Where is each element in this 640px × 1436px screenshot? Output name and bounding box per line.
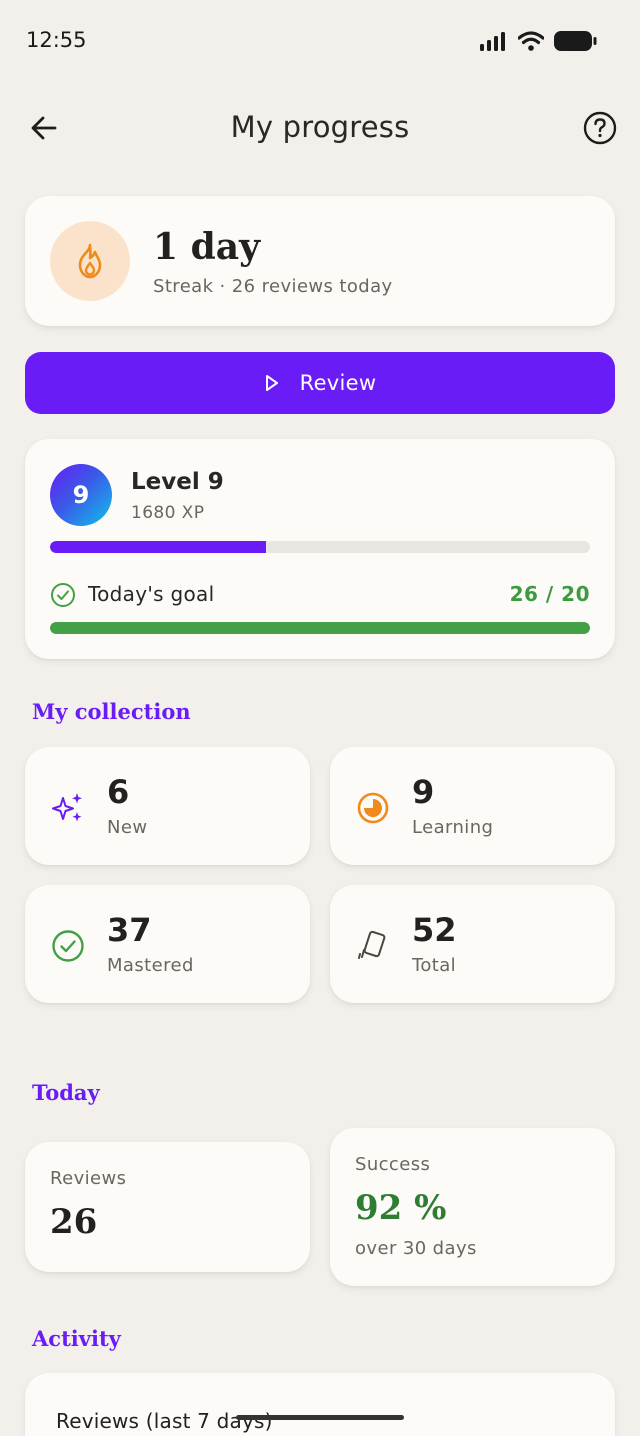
stat-value: 52 xyxy=(412,911,457,949)
flame-icon xyxy=(78,243,102,279)
xp-progress-fill xyxy=(50,541,266,553)
cellular-signal-icon xyxy=(480,31,508,55)
check-circle-icon xyxy=(49,927,87,965)
review-button[interactable]: Review xyxy=(25,352,615,414)
success-label: Success xyxy=(355,1154,431,1175)
section-title-today: Today xyxy=(32,1080,100,1105)
level-title: Level 9 xyxy=(131,469,224,495)
goal-row: Today's goal 26 / 20 xyxy=(50,579,590,611)
streak-subtitle: Streak · 26 reviews today xyxy=(153,276,393,297)
stat-label: Mastered xyxy=(107,955,194,976)
goal-progress-fill xyxy=(50,622,590,634)
xp-progress-bar xyxy=(50,541,590,553)
stat-card-new[interactable]: 6 New xyxy=(25,747,310,865)
today-reviews-label: Reviews xyxy=(50,1168,127,1189)
streak-value: 1 day xyxy=(153,226,260,268)
page-title: My progress xyxy=(230,110,410,144)
stat-value: 37 xyxy=(107,911,152,949)
section-title-activity: Activity xyxy=(32,1326,121,1351)
activity-card-title: Reviews (last 7 days) xyxy=(56,1409,273,1433)
cards-icon xyxy=(354,927,392,965)
stat-card-learning[interactable]: 9 Learning xyxy=(330,747,615,865)
app-header: My progress xyxy=(0,100,640,160)
check-circle-icon xyxy=(51,583,75,607)
sparkle-icon xyxy=(49,789,87,827)
success-subtitle: over 30 days xyxy=(355,1238,477,1259)
pie-progress-icon xyxy=(354,789,392,827)
status-bar: 12:55 xyxy=(0,0,640,84)
home-indicator[interactable] xyxy=(236,1415,404,1420)
level-badge: 9 xyxy=(50,464,112,526)
help-icon xyxy=(583,111,617,145)
level-xp: 1680 XP xyxy=(131,503,205,523)
section-title-collection: My collection xyxy=(32,699,191,724)
wifi-icon xyxy=(517,31,545,55)
status-time: 12:55 xyxy=(26,28,87,52)
review-button-label: Review xyxy=(299,371,377,395)
stat-card-total[interactable]: 52 Total xyxy=(330,885,615,1003)
stat-label: Total xyxy=(412,955,457,976)
streak-icon-badge xyxy=(50,221,130,301)
help-button[interactable] xyxy=(582,110,618,146)
stat-label: Learning xyxy=(412,817,494,838)
stat-card-mastered[interactable]: 37 Mastered xyxy=(25,885,310,1003)
goal-label: Today's goal xyxy=(88,582,215,606)
level-card: 9 Level 9 1680 XP Today's goal 26 / 20 xyxy=(25,439,615,659)
goal-progress-bar xyxy=(50,622,590,634)
goal-value: 26 / 20 xyxy=(509,582,590,606)
success-value: 92 % xyxy=(355,1188,447,1228)
today-reviews-card: Reviews 26 xyxy=(25,1142,310,1272)
play-icon xyxy=(265,375,278,391)
today-success-card: Success 92 % over 30 days xyxy=(330,1128,615,1286)
streak-card: 1 day Streak · 26 reviews today xyxy=(25,196,615,326)
stat-label: New xyxy=(107,817,148,838)
status-icons xyxy=(480,30,598,56)
battery-icon xyxy=(554,30,598,56)
stat-value: 6 xyxy=(107,773,130,811)
stat-value: 9 xyxy=(412,773,435,811)
activity-card: Reviews (last 7 days) xyxy=(25,1373,615,1436)
today-reviews-value: 26 xyxy=(50,1202,98,1242)
